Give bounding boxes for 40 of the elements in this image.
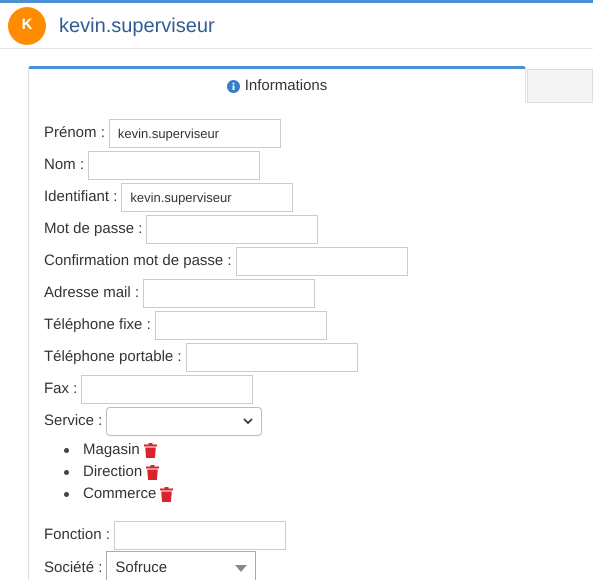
input-field[interactable] xyxy=(186,342,358,372)
input-field[interactable]: kevin.superviseur xyxy=(108,118,281,148)
bullet-icon xyxy=(64,448,69,452)
select-field[interactable] xyxy=(106,406,262,436)
field-label: Fonction : xyxy=(44,524,110,545)
service-item: Direction xyxy=(83,462,142,482)
bullet-icon xyxy=(64,470,69,474)
field-label: Société : xyxy=(44,558,102,578)
bullet-icon xyxy=(64,492,69,496)
trash-icon[interactable] xyxy=(160,486,174,502)
field-label: Adresse mail : xyxy=(44,282,140,303)
input-field[interactable] xyxy=(88,150,260,180)
input-field[interactable]: kevin.superviseur xyxy=(121,182,294,212)
input-field[interactable] xyxy=(114,520,286,550)
trash-icon[interactable] xyxy=(144,442,157,458)
service-item: Commerce xyxy=(83,484,156,504)
input-field[interactable] xyxy=(154,310,327,340)
input-field[interactable] xyxy=(143,278,316,308)
caret-down-icon xyxy=(235,564,248,572)
avatar: K xyxy=(8,6,46,44)
input-field[interactable] xyxy=(236,246,408,276)
input-field[interactable] xyxy=(146,214,318,244)
info-icon xyxy=(226,80,240,92)
field-label: Confirmation mot de passe : xyxy=(44,250,232,271)
tab[interactable] xyxy=(527,69,593,103)
company-select[interactable]: Sofruce xyxy=(106,551,256,580)
field-label: Service : xyxy=(44,410,102,431)
chevron-down-icon xyxy=(243,418,254,424)
field-label: Téléphone fixe : xyxy=(44,314,151,335)
field-label: Fax : xyxy=(44,378,78,399)
field-label: Nom : xyxy=(44,154,84,175)
username-title: kevin.superviseur xyxy=(59,14,215,38)
field-label: Téléphone portable : xyxy=(44,346,182,367)
input-field[interactable] xyxy=(81,374,254,404)
trash-icon[interactable] xyxy=(146,464,160,480)
field-label: Mot de passe : xyxy=(44,218,142,239)
field-label: Identifiant : xyxy=(44,186,118,207)
service-item: Magasin xyxy=(83,440,140,460)
tab[interactable]: Informations xyxy=(28,66,526,103)
field-label: Prénom : xyxy=(44,122,105,143)
